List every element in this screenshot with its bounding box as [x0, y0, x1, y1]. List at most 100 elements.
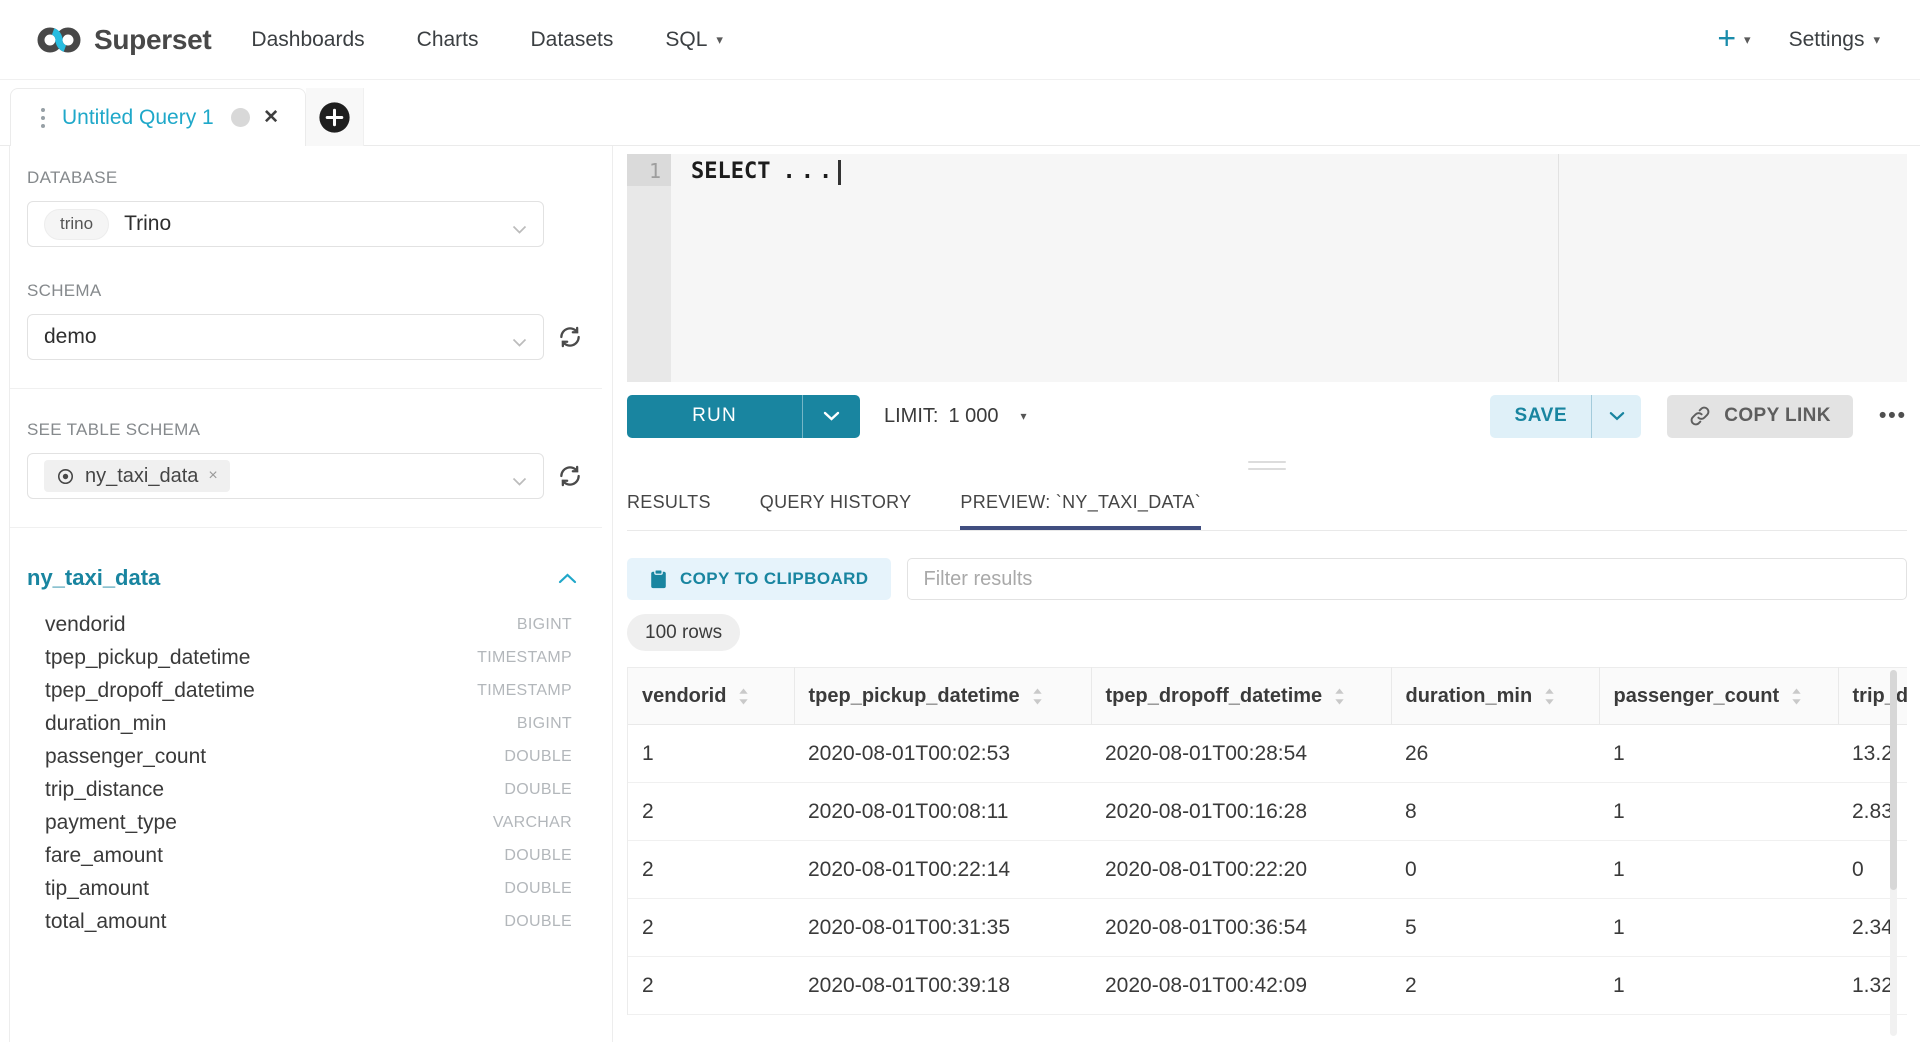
drag-handle-icon[interactable]	[41, 108, 45, 128]
header-row: vendorid tpep_pickup_datetime tpep_dropo…	[628, 668, 1907, 725]
editor-gutter: 1	[627, 154, 671, 382]
add-query-tab-button[interactable]	[306, 88, 364, 146]
sql-text: ...	[782, 159, 837, 184]
col-header-label: tpep_pickup_datetime	[809, 685, 1020, 708]
save-button[interactable]: SAVE	[1490, 395, 1641, 438]
copy-to-clipboard-button[interactable]: COPY TO CLIPBOARD	[627, 558, 891, 600]
cell: 2	[1391, 957, 1599, 1015]
nav-datasets[interactable]: Datasets	[531, 28, 614, 52]
column-row: tpep_dropoff_datetime TIMESTAMP	[27, 674, 583, 707]
filter-results-input[interactable]	[907, 558, 1907, 600]
print-margin-line	[1558, 154, 1559, 382]
cell: 2020-08-01T00:42:09	[1091, 957, 1391, 1015]
column-type: DOUBLE	[504, 913, 572, 931]
nav-charts[interactable]: Charts	[417, 28, 479, 52]
copy-link-button[interactable]: COPY LINK	[1667, 395, 1853, 438]
column-type: BIGINT	[517, 715, 572, 733]
settings-label: Settings	[1789, 28, 1865, 52]
eye-icon[interactable]	[56, 467, 75, 486]
sort-icon[interactable]	[1334, 688, 1345, 705]
brand-name: Superset	[94, 24, 211, 56]
cell: 1	[1599, 725, 1838, 783]
column-type: DOUBLE	[504, 847, 572, 865]
brand[interactable]: Superset	[35, 24, 211, 56]
nav-sql-label: SQL	[665, 28, 707, 52]
save-label[interactable]: SAVE	[1490, 395, 1591, 438]
chevron-up-icon[interactable]	[558, 573, 577, 584]
caret-down-icon: ▾	[1744, 33, 1751, 46]
query-tab-label: Untitled Query 1	[62, 106, 214, 130]
table-panel-title[interactable]: ny_taxi_data	[27, 565, 160, 591]
new-item-menu-button[interactable]: + ▾	[1717, 25, 1750, 54]
remove-table-icon[interactable]: ×	[208, 467, 217, 485]
caret-down-icon: ▾	[1021, 410, 1027, 422]
refresh-tables-icon[interactable]	[557, 463, 583, 489]
caret-down-icon: ▾	[1873, 33, 1880, 46]
sort-icon[interactable]	[1032, 688, 1043, 705]
settings-menu-button[interactable]: Settings ▾	[1789, 28, 1880, 52]
column-row: passenger_count DOUBLE	[27, 740, 583, 773]
col-header-vendorid[interactable]: vendorid	[628, 668, 794, 725]
cell: 1	[1599, 957, 1838, 1015]
refresh-schemas-icon[interactable]	[557, 324, 583, 350]
tab-query-history[interactable]: QUERY HISTORY	[760, 492, 912, 530]
close-tab-icon[interactable]: ✕	[263, 106, 279, 129]
column-name: tip_amount	[45, 877, 149, 901]
sort-icon[interactable]	[738, 688, 749, 705]
cell: 0	[1391, 841, 1599, 899]
query-tab-active[interactable]: Untitled Query 1 ✕	[10, 88, 306, 146]
run-label[interactable]: RUN	[627, 395, 802, 438]
copy-link-label: COPY LINK	[1724, 405, 1831, 427]
col-header-passenger-count[interactable]: passenger_count	[1599, 668, 1838, 725]
table-columns-list: vendorid BIGINT tpep_pickup_datetime TIM…	[27, 608, 583, 938]
cell: 5	[1391, 899, 1599, 957]
run-button[interactable]: RUN	[627, 395, 860, 438]
column-type: DOUBLE	[504, 880, 572, 898]
cell: 2	[628, 783, 794, 841]
sort-icon[interactable]	[1544, 688, 1555, 705]
table-select[interactable]: ny_taxi_data ×	[27, 453, 544, 499]
tab-results[interactable]: RESULTS	[627, 492, 711, 530]
cell: 1	[1599, 899, 1838, 957]
scrollbar-thumb[interactable]	[1890, 670, 1897, 890]
toolbar-right: SAVE COPY LINK •••	[1490, 395, 1907, 438]
sqllab-main-panel: 1 SELECT... RUN LIMIT: 1 000 ▾	[614, 146, 1920, 1042]
column-name: duration_min	[45, 712, 166, 736]
cell: 2	[628, 899, 794, 957]
cell: 2	[628, 841, 794, 899]
limit-value: 1 000	[948, 405, 998, 428]
text-cursor	[838, 160, 841, 185]
nav-dashboards[interactable]: Dashboards	[251, 28, 364, 52]
editor-code-area[interactable]: SELECT...	[671, 154, 1907, 382]
run-options-button[interactable]	[802, 395, 860, 438]
cell: 2020-08-01T00:36:54	[1091, 899, 1391, 957]
column-row: duration_min BIGINT	[27, 707, 583, 740]
nav-sql[interactable]: SQL ▾	[665, 28, 723, 52]
col-header-tpep-pickup-datetime[interactable]: tpep_pickup_datetime	[794, 668, 1091, 725]
column-name: payment_type	[45, 811, 177, 835]
pane-resize-handle[interactable]	[1248, 461, 1286, 470]
col-header-duration-min[interactable]: duration_min	[1391, 668, 1599, 725]
chevron-down-icon	[1609, 411, 1625, 421]
more-actions-button[interactable]: •••	[1879, 404, 1907, 428]
results-scrollbar	[1890, 670, 1897, 1036]
sort-icon[interactable]	[1791, 688, 1802, 705]
col-header-label: tpep_dropoff_datetime	[1106, 685, 1323, 708]
schema-select[interactable]: demo	[27, 314, 544, 360]
col-header-tpep-dropoff-datetime[interactable]: tpep_dropoff_datetime	[1091, 668, 1391, 725]
tab-preview-ny-taxi-data[interactable]: PREVIEW: `NY_TAXI_DATA`	[960, 492, 1201, 530]
cell: 1	[1599, 783, 1838, 841]
save-options-button[interactable]	[1591, 395, 1641, 438]
sql-keyword: SELECT	[691, 159, 770, 184]
limit-dropdown[interactable]: LIMIT: 1 000 ▾	[884, 405, 1027, 428]
sql-editor[interactable]: 1 SELECT...	[627, 154, 1907, 382]
database-select[interactable]: trino Trino	[27, 201, 544, 247]
column-row: vendorid BIGINT	[27, 608, 583, 641]
column-row: trip_distance DOUBLE	[27, 773, 583, 806]
sqllab-left-panel: DATABASE trino Trino SCHEMA demo	[0, 146, 613, 1042]
column-name: total_amount	[45, 910, 166, 934]
table-row: 2 2020-08-01T00:31:35 2020-08-01T00:36:5…	[628, 899, 1907, 957]
link-icon	[1689, 405, 1711, 427]
row-count-row: 100 rows	[627, 614, 1907, 651]
caret-down-icon: ▾	[716, 33, 723, 46]
